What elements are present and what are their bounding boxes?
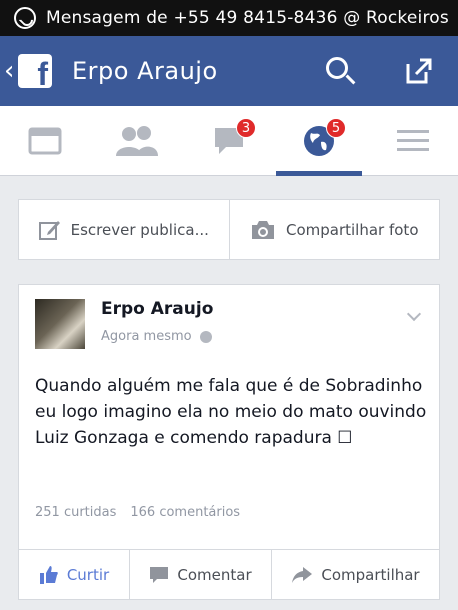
news-feed-icon bbox=[28, 127, 62, 155]
public-globe-icon bbox=[199, 330, 212, 343]
status-bar: Mensagem de +55 49 8415-8436 @ Rockeiros bbox=[0, 0, 458, 36]
back-icon[interactable]: ‹ bbox=[4, 56, 18, 86]
share-label: Compartilhar bbox=[321, 565, 420, 584]
tab-more[interactable] bbox=[370, 106, 456, 176]
messages-badge: 3 bbox=[236, 118, 256, 138]
post-stats: 251 curtidas 166 comentários bbox=[35, 505, 240, 520]
share-arrow-icon bbox=[292, 566, 313, 583]
notifications-badge: 5 bbox=[326, 118, 346, 138]
post-composer: Escrever publica... Compartilhar foto bbox=[18, 199, 440, 260]
post-actions: Curtir Comentar Compartilhar bbox=[19, 549, 439, 599]
like-label: Curtir bbox=[66, 565, 110, 584]
share-button[interactable]: Compartilhar bbox=[271, 550, 439, 599]
post-author[interactable]: Erpo Araujo bbox=[101, 299, 213, 319]
tab-friend-requests[interactable] bbox=[94, 106, 180, 176]
post-text: Quando alguém me fala que é de Sobradinh… bbox=[35, 376, 427, 448]
pencil-icon bbox=[38, 220, 60, 240]
write-post-label: Escrever publica... bbox=[70, 220, 209, 239]
comments-count[interactable]: 166 comentários bbox=[130, 505, 240, 520]
comment-button[interactable]: Comentar bbox=[129, 550, 271, 599]
camera-icon bbox=[251, 220, 274, 239]
whatsapp-icon bbox=[14, 7, 36, 29]
top-bar: ‹ f Erpo Araujo bbox=[0, 36, 458, 106]
page-title: Erpo Araujo bbox=[72, 57, 218, 85]
tab-bar: 3 5 bbox=[0, 106, 458, 176]
status-notification-text: Mensagem de +55 49 8415-8436 @ Rockeiros bbox=[46, 8, 449, 28]
share-photo-label: Compartilhar foto bbox=[285, 220, 419, 239]
comment-icon bbox=[150, 566, 169, 583]
friends-icon bbox=[116, 126, 158, 156]
search-icon[interactable] bbox=[326, 57, 348, 79]
menu-icon bbox=[397, 130, 429, 151]
comment-label: Comentar bbox=[177, 565, 252, 584]
tab-messages[interactable]: 3 bbox=[186, 106, 272, 176]
share-photo-button[interactable]: Compartilhar foto bbox=[228, 200, 440, 259]
write-post-button[interactable]: Escrever publica... bbox=[19, 200, 229, 259]
tab-news-feed[interactable] bbox=[2, 106, 88, 176]
like-button[interactable]: Curtir bbox=[19, 550, 129, 599]
thumbs-up-icon bbox=[39, 565, 58, 584]
likes-count[interactable]: 251 curtidas bbox=[35, 505, 116, 520]
avatar[interactable] bbox=[35, 299, 85, 349]
tab-notifications[interactable]: 5 bbox=[276, 106, 362, 176]
post-meta: Agora mesmo bbox=[101, 329, 212, 344]
post-time[interactable]: Agora mesmo bbox=[101, 329, 192, 344]
post-card: Erpo Araujo Agora mesmo Quando alguém me… bbox=[18, 284, 440, 600]
chevron-down-icon[interactable] bbox=[406, 306, 422, 322]
share-icon[interactable] bbox=[404, 56, 434, 86]
facebook-logo[interactable]: f bbox=[18, 54, 52, 88]
